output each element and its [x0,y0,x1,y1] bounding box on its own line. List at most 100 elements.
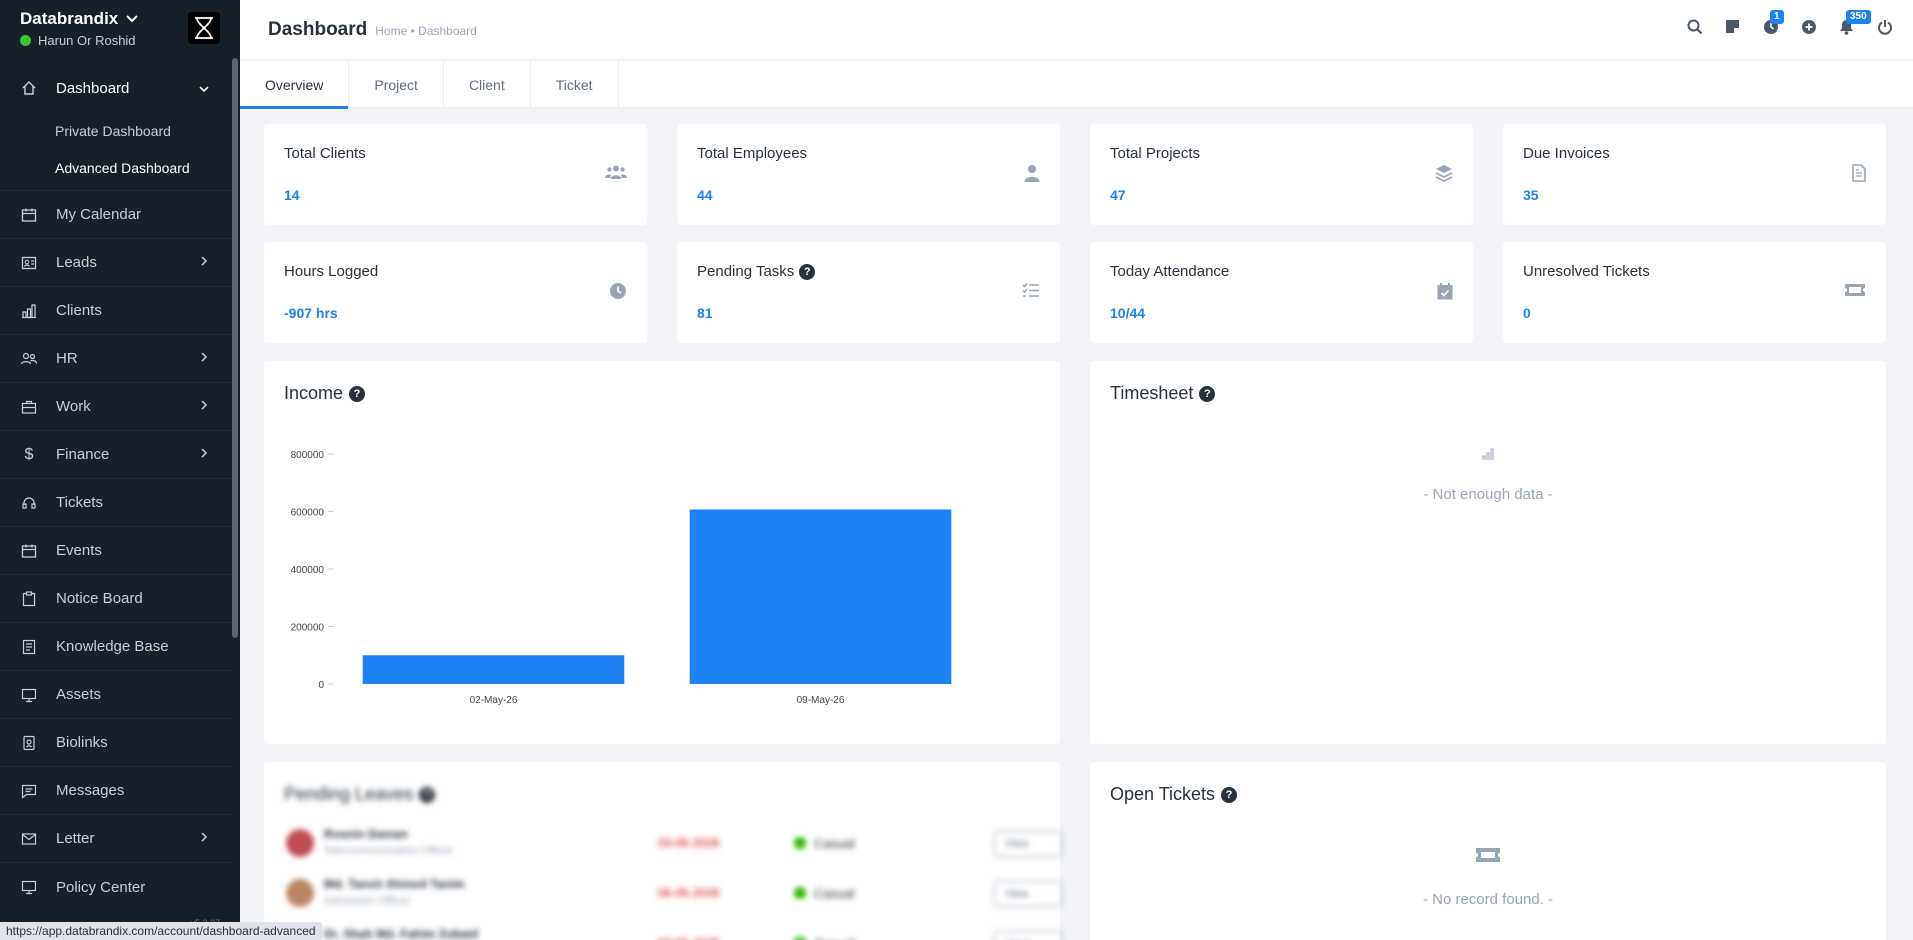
leads-icon [20,254,38,272]
clock-icon[interactable]: 1 [1762,10,1784,35]
ticket-icon [1476,848,1500,862]
sidebar-item-knowledge-base[interactable]: Knowledge Base [0,623,232,671]
sidebar-item-my-calendar[interactable]: My Calendar [0,191,232,239]
sidebar-item-finance[interactable]: $ Finance [0,431,232,479]
logo[interactable] [188,12,220,44]
pending-leaves-title: Pending Leaves [284,784,414,804]
income-bar[interactable] [689,509,952,684]
timesheet-title: Timesheet [1110,383,1194,403]
income-bar-chart: 0 200000 400000 600000 800000 02-May-26 09-May… [291,450,952,706]
users-icon [605,164,627,185]
ticket-icon [1844,282,1866,303]
sidebar-item-biolinks[interactable]: Biolinks [0,719,232,767]
tab-client[interactable]: Client [444,61,531,108]
sticky-note-icon[interactable] [1724,18,1741,35]
sidebar: Databrandix Harun Or Roshid Dashboard Pr… [0,0,240,940]
sidebar-item-policy-center[interactable]: Policy Center [0,863,232,911]
stat-value: 10/44 [1110,305,1146,321]
employee-role: Admission Officer [324,895,410,907]
y-tick-label: 600000 [291,508,325,519]
table-row: Dr. Shah Md. Fahim Zubaid 07-05-2026 Cas… [284,925,1062,940]
pending-leaves-card: Pending Leaves? Rosnin Daman Telecommuni… [264,762,1062,940]
y-tick-label: 800000 [291,450,325,461]
calendar-icon [20,206,38,224]
tasks-icon [1022,282,1040,303]
online-status-dot [20,34,31,46]
help-icon[interactable]: ? [1199,385,1216,402]
employee-name: Rosnin Daman [324,827,409,841]
brand-dropdown[interactable]: Databrandix [20,9,138,29]
sidebar-item-messages[interactable]: Messages [0,767,232,815]
tab-ticket[interactable]: Ticket [531,61,619,108]
view-button[interactable]: View [994,931,1062,940]
section-title: Open Tickets? [1110,784,1238,805]
section-title: Pending Leaves? [284,784,436,805]
stat-card-total-clients[interactable]: Total Clients 14 [264,124,647,225]
stat-title: Today Attendance [1110,263,1230,280]
help-icon[interactable]: ? [1221,786,1238,803]
chevron-right-icon [201,832,208,842]
top-header: Dashboard Home • Dashboard 1 350 [240,0,1913,60]
stat-card-due-invoices[interactable]: Due Invoices 35 [1503,124,1886,225]
sidebar-item-label: Work [56,398,91,415]
leave-type: Casual [814,836,855,851]
view-button[interactable]: View [994,831,1062,857]
sidebar-item-label: Assets [56,686,102,703]
stat-card-total-employees[interactable]: Total Employees 44 [677,124,1060,225]
tab-project[interactable]: Project [349,61,444,108]
stat-title: Hours Logged [284,263,379,280]
dashboard-tabs: Overview Project Client Ticket [240,61,1913,109]
file-icon [1852,164,1866,187]
sidebar-item-leads[interactable]: Leads [0,239,232,287]
help-icon[interactable]: ? [419,786,436,803]
stat-card-unresolved-tickets[interactable]: Unresolved Tickets 0 [1503,242,1886,343]
stat-card-pending-tasks[interactable]: Pending Tasks? 81 [677,242,1060,343]
sidebar-item-letter[interactable]: Letter [0,815,232,863]
stat-card-today-attendance[interactable]: Today Attendance 10/44 [1090,242,1473,343]
chevron-down-icon [126,14,138,22]
x-tick-label: 09-May-26 [797,695,845,706]
avatar [286,829,314,857]
sidebar-item-notice-board[interactable]: Notice Board [0,575,232,623]
sidebar-item-events[interactable]: Events [0,527,232,575]
empty-state: - Not enough data - [1423,486,1553,503]
chevron-right-icon [201,256,208,266]
stat-title: Total Projects [1110,145,1201,162]
leave-date: 03-05-2026 [658,836,720,850]
table-row: Md. Tanvir Ahmed Tanim Admission Officer… [284,875,1062,915]
calendar-check-icon [1437,282,1453,305]
sidebar-item-label: Knowledge Base [56,638,169,655]
headset-icon [20,494,38,512]
sidebar-item-label: Events [56,542,102,559]
sidebar-item-label: HR [56,350,78,367]
sidebar-item-tickets[interactable]: Tickets [0,479,232,527]
sidebar-item-work[interactable]: Work [0,383,232,431]
sidebar-item-assets[interactable]: Assets [0,671,232,719]
timesheet-card: Timesheet? - Not enough data - [1090,361,1886,744]
sidebar-item-label: Messages [56,782,125,799]
sidebar-nav: Dashboard Private Dashboard Advanced Das… [0,64,232,911]
stat-card-total-projects[interactable]: Total Projects 47 [1090,124,1473,225]
stat-card-hours-logged[interactable]: Hours Logged -907 hrs [264,242,647,343]
dashboard-submenu: Private Dashboard Advanced Dashboard [0,112,232,191]
clock-badge: 1 [1770,10,1784,24]
income-bar[interactable] [362,655,625,684]
sidebar-subitem-private-dashboard[interactable]: Private Dashboard [0,112,232,149]
sidebar-item-dashboard[interactable]: Dashboard [0,64,232,112]
view-button[interactable]: View [994,881,1062,907]
power-icon[interactable] [1876,18,1893,35]
tab-overview[interactable]: Overview [240,61,350,109]
help-icon[interactable]: ? [799,263,816,280]
sidebar-item-clients[interactable]: Clients [0,287,232,335]
sidebar-item-hr[interactable]: HR [0,335,232,383]
bell-icon[interactable]: 350 [1838,10,1871,35]
sidebar-item-label: My Calendar [56,206,142,223]
sidebar-scrollbar[interactable] [232,58,238,638]
leave-type-dot [794,837,806,849]
search-icon[interactable] [1686,18,1703,35]
stat-title: Total Employees [697,145,808,162]
add-icon[interactable] [1800,18,1817,35]
sidebar-subitem-advanced-dashboard[interactable]: Advanced Dashboard [0,149,232,186]
browser-status-url: https://app.databrandix.com/account/dash… [0,922,322,940]
book-icon [20,638,38,656]
